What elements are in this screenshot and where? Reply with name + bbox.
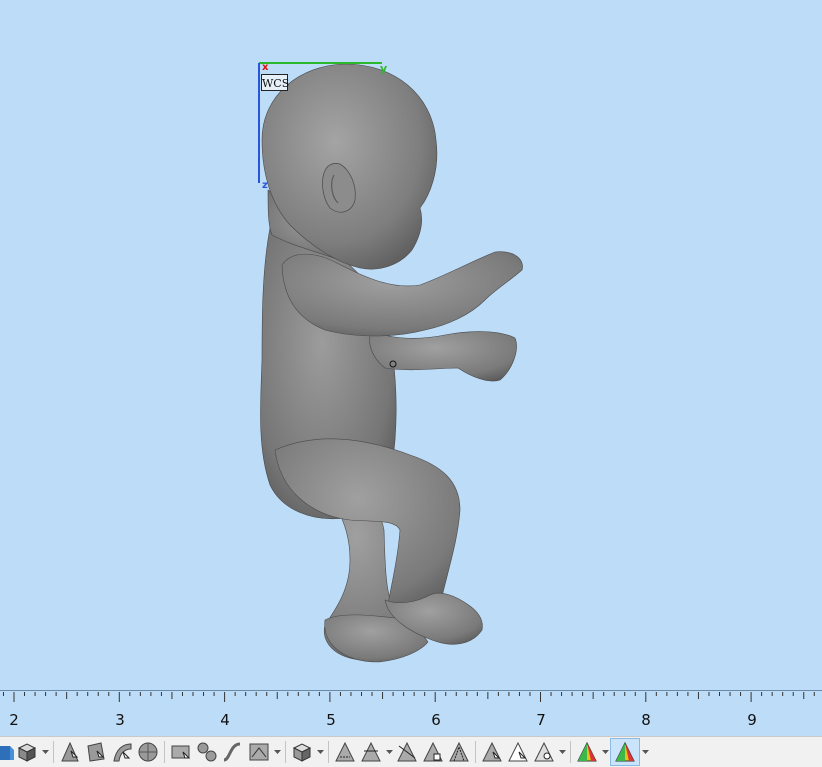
3d-viewport[interactable]: x y z WCS xyxy=(0,0,822,690)
ruler-label: 9 xyxy=(747,711,757,729)
ruler-label: 3 xyxy=(115,711,125,729)
chevron-down-icon[interactable] xyxy=(557,738,567,766)
measure-angle-icon[interactable] xyxy=(394,738,420,766)
ruler-label: 7 xyxy=(536,711,546,729)
solid-box-icon[interactable] xyxy=(14,738,40,766)
measure-face-icon[interactable] xyxy=(420,738,446,766)
ruler: 2 3 4 5 6 7 8 9 xyxy=(0,690,822,737)
snap-vertex-icon[interactable] xyxy=(479,738,505,766)
toolbar-separator xyxy=(328,741,329,763)
wcs-label: WCS xyxy=(261,74,289,91)
pick-fan-icon[interactable] xyxy=(194,738,220,766)
ruler-label: 2 xyxy=(9,711,19,729)
chevron-down-icon[interactable] xyxy=(384,738,394,766)
shaded-color-active-icon[interactable] xyxy=(610,738,640,766)
chevron-down-icon[interactable] xyxy=(40,738,50,766)
measure-edge-icon[interactable] xyxy=(358,738,384,766)
upper-arm xyxy=(281,251,523,337)
pick-body-icon[interactable] xyxy=(289,738,315,766)
chevron-down-icon[interactable] xyxy=(640,738,650,766)
baby-model[interactable] xyxy=(0,0,822,690)
ruler-label: 6 xyxy=(431,711,441,729)
measure-point-icon[interactable] xyxy=(332,738,358,766)
pick-image-icon[interactable] xyxy=(246,738,272,766)
toolbar-separator xyxy=(53,741,54,763)
pick-spline-icon[interactable] xyxy=(220,738,246,766)
ruler-label: 8 xyxy=(641,711,651,729)
pick-surface-icon[interactable] xyxy=(83,738,109,766)
chevron-down-icon[interactable] xyxy=(600,738,610,766)
pick-curve-icon[interactable] xyxy=(109,738,135,766)
shaded-color-icon[interactable] xyxy=(574,738,600,766)
pick-face-icon[interactable] xyxy=(57,738,83,766)
toolbar-separator xyxy=(570,741,571,763)
toolbar-separator xyxy=(164,741,165,763)
snap-circle-icon[interactable] xyxy=(531,738,557,766)
pick-sphere-icon[interactable] xyxy=(135,738,161,766)
select-rect-icon[interactable] xyxy=(168,738,194,766)
ruler-label: 5 xyxy=(326,711,336,729)
view-cube-icon[interactable] xyxy=(0,738,14,766)
ruler-label: 4 xyxy=(220,711,230,729)
chevron-down-icon[interactable] xyxy=(315,738,325,766)
snap-line-icon[interactable] xyxy=(505,738,531,766)
toolbar-separator xyxy=(285,741,286,763)
x-axis-label: x xyxy=(262,62,269,73)
chevron-down-icon[interactable] xyxy=(272,738,282,766)
z-axis-label: z xyxy=(262,180,268,191)
bottom-toolbar xyxy=(0,736,822,767)
toolbar-separator xyxy=(475,741,476,763)
y-axis-label: y xyxy=(380,62,388,75)
measure-area-icon[interactable] xyxy=(446,738,472,766)
